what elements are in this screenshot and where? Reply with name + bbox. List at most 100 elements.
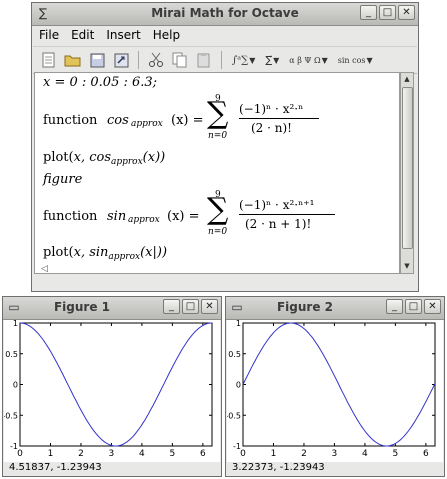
integral-sum-label: ∫ᵃ∑ (232, 54, 249, 66)
toolbar-separator (221, 51, 222, 69)
toolbar-separator (138, 51, 139, 69)
figure-2-ytick-label: 0 (236, 381, 241, 390)
integral-sum-icon[interactable]: ∫ᵃ∑ ▼ (229, 55, 258, 66)
figure-1-ytick-label: 1 (13, 320, 18, 328)
figure-1-xtick-label: 4 (139, 449, 145, 459)
arrow-sum-label: ∑⃗ (265, 54, 273, 66)
maximize-button[interactable]: □ (405, 299, 422, 314)
figure-2-ytick-label: -0.5 (227, 411, 241, 420)
figure-1-xtick-label: 3 (109, 449, 115, 459)
arrow-sum-icon[interactable]: ∑⃗ ▼ (262, 55, 282, 66)
close-button[interactable]: ✕ (398, 5, 415, 20)
greek-letters-icon[interactable]: α β Ψ Ω ▼ (286, 56, 330, 65)
scroll-up-icon[interactable]: ▲ (402, 74, 412, 85)
line-5-arg: (x) = (167, 209, 200, 224)
functions-label: sin cos (337, 55, 366, 65)
new-document-icon[interactable] (39, 50, 59, 70)
figure-2-titlebar[interactable]: ▭ Figure 2 _ □ ✕ (226, 297, 444, 320)
fraction-bar (239, 214, 335, 215)
menu-file-label: File (39, 28, 60, 42)
menu-insert-label: Insert (106, 28, 141, 42)
figure-1-xtick-label: 2 (78, 449, 84, 459)
figure-2-ytick-label: -1 (233, 442, 241, 451)
maximize-button[interactable]: □ (182, 299, 199, 314)
figure-2-xtick-label: 0 (240, 449, 246, 459)
line-5-sum-bottom: n=0 (208, 227, 228, 237)
figure-1-plot[interactable]: 0 1 2 3 4 5 6 1 0.5 0 -0.5 -1 (4, 320, 220, 462)
line-5-prefix: function (43, 209, 98, 224)
menu-insert[interactable]: Insert (100, 26, 146, 45)
menu-help-label: Help (152, 28, 181, 42)
line-5-num: (−1)ⁿ · x²·ⁿ⁺¹ (239, 198, 315, 212)
figure-2-xtick-label: 1 (271, 449, 277, 459)
open-folder-icon[interactable] (63, 50, 83, 70)
figure-1-titlebar[interactable]: ▭ Figure 1 _ □ ✕ (3, 297, 221, 320)
editor-line-1[interactable]: x = 0 : 0.05 : 6.3; (43, 75, 157, 90)
line-6-a: plot( (43, 245, 74, 260)
figure-1-xtick-label: 1 (48, 449, 54, 459)
editor-line-3[interactable]: plot(x, cosapprox(x)) (43, 150, 166, 167)
line-1-text: x = 0 : 0.05 : 6.3; (43, 75, 158, 90)
line-2-arg: (x) = (171, 113, 204, 128)
figure-2-plot[interactable]: 0 1 2 3 4 5 6 1 0.5 0 -0.5 -1 (227, 320, 443, 462)
figure-1-title: Figure 1 (53, 300, 111, 314)
figure-1-ytick-label: 0.5 (5, 350, 18, 359)
sum-symbol-icon: ∑ (207, 192, 229, 227)
main-titlebar[interactable]: ∑ Mirai Math for Octave _ □ ✕ (32, 3, 418, 26)
menu-help[interactable]: Help (147, 26, 186, 45)
editor-scrollbar[interactable]: ▲ ▼ (400, 72, 414, 274)
toolbar: ∫ᵃ∑ ▼ ∑⃗ ▼ α β Ψ Ω ▼ sin cos ▼ (33, 46, 417, 74)
figure-1-window: ▭ Figure 1 _ □ ✕ 0 1 2 3 4 5 6 1 0.5 0 -0.5 -1 4.51… (2, 296, 222, 477)
close-button[interactable]: ✕ (424, 299, 441, 314)
line-2-fn: cos (107, 113, 129, 128)
figure-1-xtick-label: 6 (200, 449, 206, 459)
scroll-thumb[interactable] (402, 87, 413, 249)
line-5-sub: approx (128, 215, 160, 225)
cursor-marker-icon: ◁ (41, 264, 48, 274)
cut-icon[interactable] (146, 50, 166, 70)
maximize-button[interactable]: □ (379, 5, 396, 20)
minimize-button[interactable]: _ (163, 299, 180, 314)
figure-2-xtick-label: 6 (423, 449, 429, 459)
editor-line-4[interactable]: figure (43, 172, 82, 187)
export-icon[interactable] (111, 50, 131, 70)
line-4-text: figure (43, 172, 83, 187)
dropdown-arrow-icon: ▼ (366, 55, 373, 65)
line-2-den: (2 · n)! (251, 121, 292, 135)
dropdown-arrow-icon: ▼ (321, 55, 328, 65)
minimize-button[interactable]: _ (386, 299, 403, 314)
close-button[interactable]: ✕ (201, 299, 218, 314)
line-5-den: (2 · n + 1)! (245, 217, 312, 231)
line-2-sum-bottom: n=0 (208, 131, 228, 141)
line-2-num: (−1)ⁿ · x²·ⁿ (239, 102, 304, 116)
figure-2-title: Figure 2 (276, 300, 334, 314)
greek-letters-label: α β Ψ Ω (289, 55, 321, 65)
figure-1-xtick-label: 0 (17, 449, 23, 459)
copy-icon[interactable] (170, 50, 190, 70)
figure-2-ytick-label: 1 (236, 320, 241, 328)
line-3-b: x, cos (73, 150, 111, 165)
functions-icon[interactable]: sin cos ▼ (335, 56, 376, 65)
sum-symbol-icon: ∑ (207, 96, 229, 131)
dropdown-arrow-icon: ▼ (273, 55, 280, 65)
line-5-fn: sin (107, 209, 127, 224)
figure-2-window: ▭ Figure 2 _ □ ✕ 0 1 2 3 4 5 6 1 0.5 0 -0.5 -1 3.22… (225, 296, 445, 477)
minimize-button[interactable]: _ (360, 5, 377, 20)
line-6-c: (x|)) (140, 245, 168, 260)
line-6-b: x, sin (73, 245, 109, 260)
line-3-a: plot( (43, 150, 74, 165)
scroll-down-icon[interactable]: ▼ (402, 261, 412, 272)
menu-edit[interactable]: Edit (65, 26, 100, 45)
figure-1-ytick-label: -1 (10, 442, 18, 451)
editor-line-6[interactable]: plot(x, sinapprox(x|)) (43, 245, 168, 262)
save-icon[interactable] (87, 50, 107, 70)
line-6-sub: approx (108, 252, 141, 262)
math-editor[interactable]: x = 0 : 0.05 : 6.3; function cos approx … (34, 72, 400, 274)
menu-edit-label: Edit (71, 28, 95, 42)
paste-icon[interactable] (194, 50, 214, 70)
figure-1-ytick-label: 0 (13, 381, 18, 390)
line-3-c: (x)) (142, 150, 166, 165)
menu-file[interactable]: File (33, 26, 65, 45)
dropdown-arrow-icon: ▼ (249, 55, 256, 65)
figure-2-ytick-label: 0.5 (228, 350, 241, 359)
